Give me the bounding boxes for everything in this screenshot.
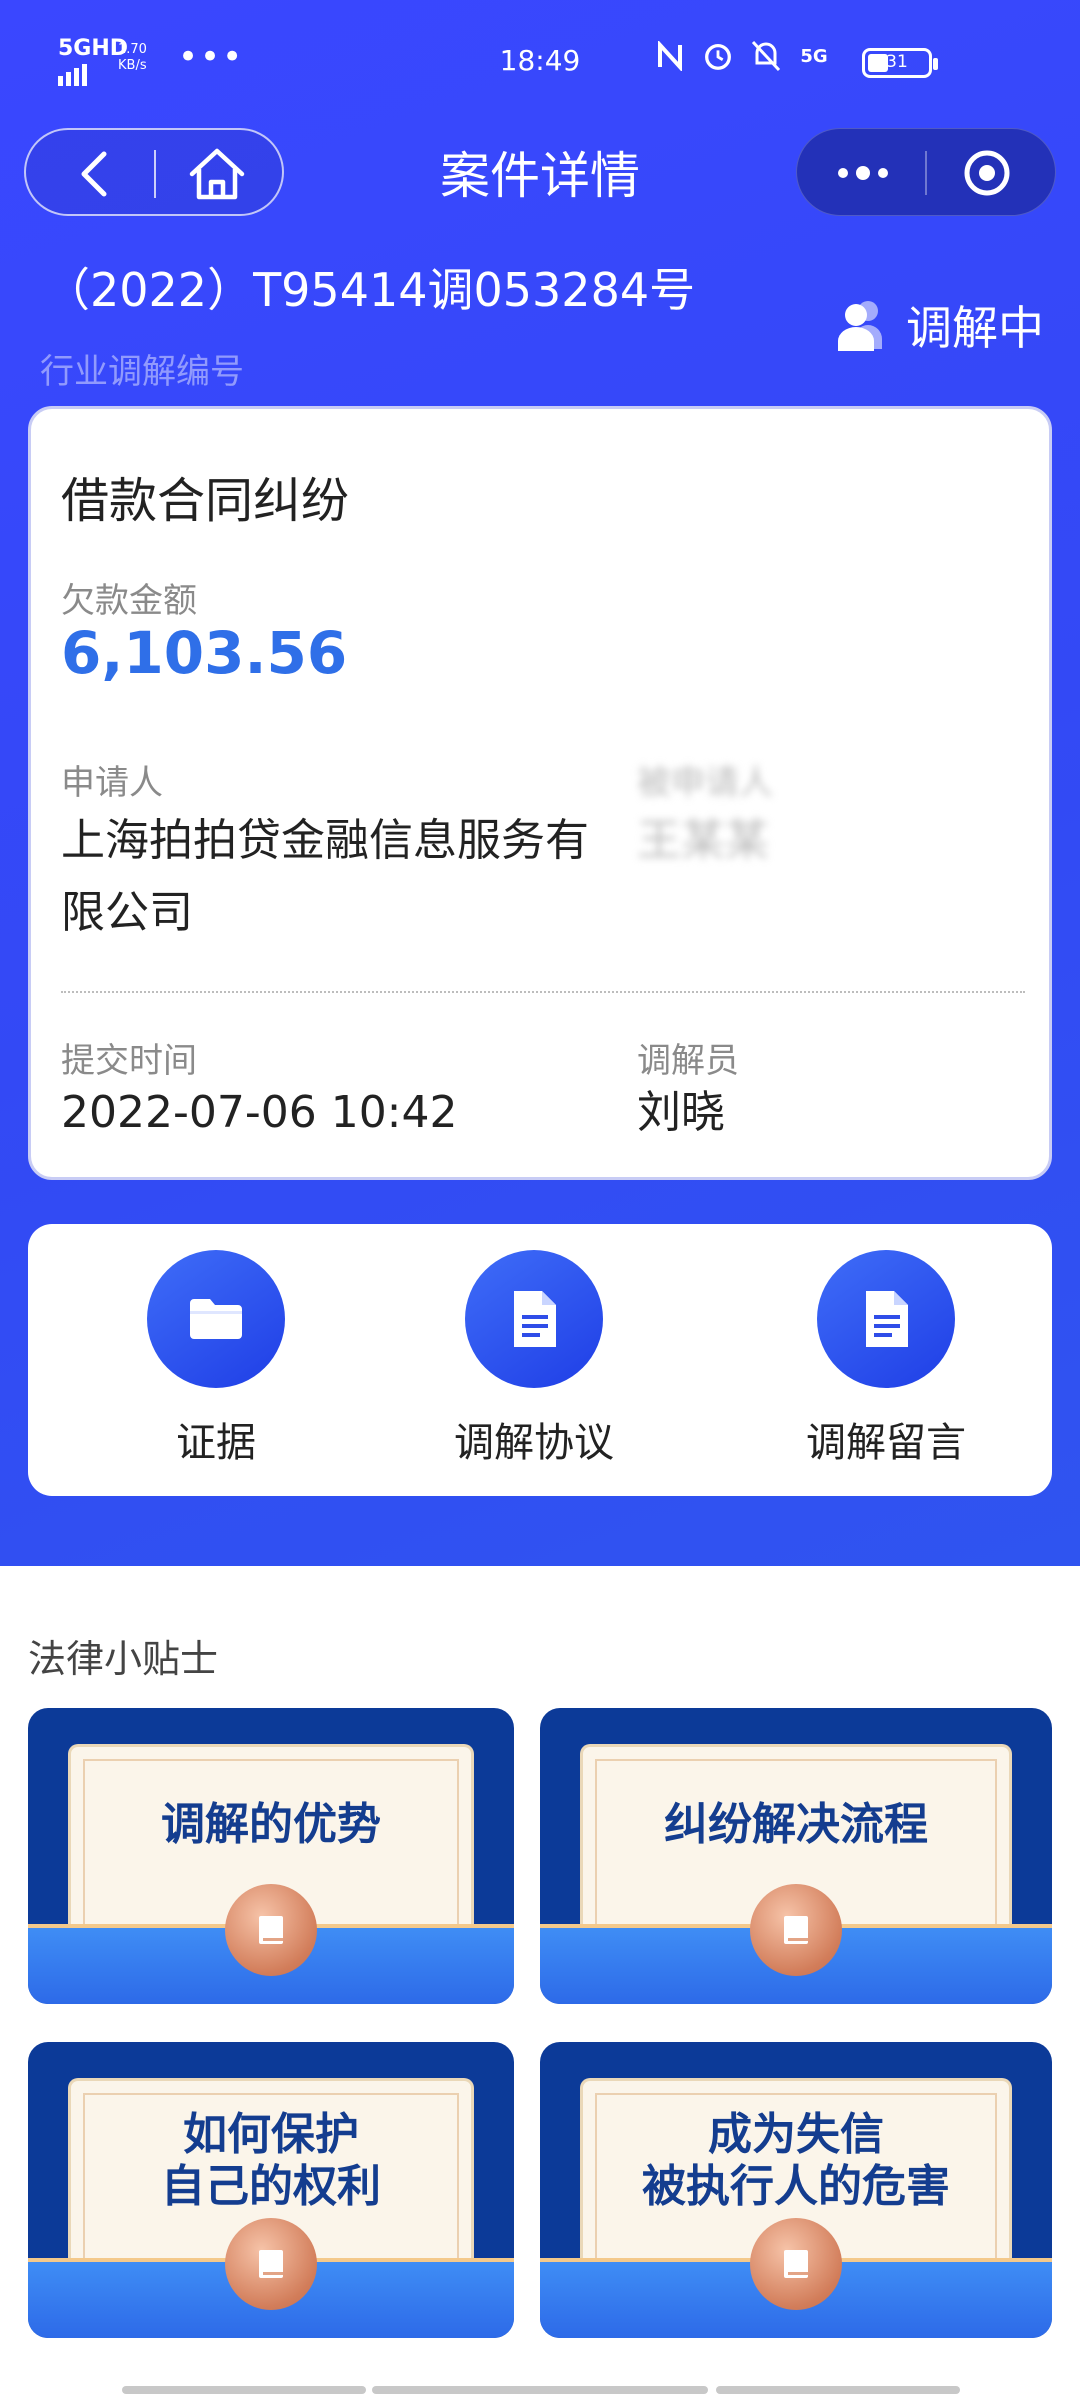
battery-level: 31 bbox=[886, 52, 908, 72]
scroll-indicator bbox=[372, 2386, 708, 2394]
divider bbox=[61, 991, 1025, 993]
tip-title: 纠纷解决流程 bbox=[664, 1799, 928, 1850]
battery-icon: 31 bbox=[862, 48, 938, 78]
respondent-label: 被申请人 bbox=[637, 763, 773, 803]
nfc-icon bbox=[654, 40, 686, 72]
scroll-indicator bbox=[122, 2386, 366, 2394]
users-icon bbox=[838, 301, 882, 351]
tip-title-line2: 自己的权利 bbox=[161, 2161, 381, 2212]
folder-icon bbox=[147, 1250, 285, 1388]
5g-icon: 5G bbox=[800, 45, 828, 67]
tip-title-line2: 被执行人的危害 bbox=[642, 2161, 950, 2212]
document-icon bbox=[465, 1250, 603, 1388]
book-icon bbox=[750, 2218, 842, 2310]
amount-value: 6,103.56 bbox=[61, 619, 348, 687]
close-miniprogram-icon[interactable] bbox=[963, 149, 1011, 197]
tip-title: 调解的优势 bbox=[161, 1799, 381, 1850]
case-info-card: 借款合同纠纷 欠款金额 6,103.56 申请人 上海拍拍贷金融信息服务有限公司… bbox=[28, 406, 1052, 1180]
message-button[interactable]: 调解留言 bbox=[766, 1250, 1006, 1468]
amount-label: 欠款金额 bbox=[61, 581, 197, 621]
applicant-value: 上海拍拍贷金融信息服务有限公司 bbox=[61, 815, 589, 938]
evidence-label: 证据 bbox=[176, 1420, 256, 1466]
case-type: 借款合同纠纷 bbox=[61, 473, 350, 529]
submit-time-label: 提交时间 bbox=[61, 1041, 197, 1081]
tip-title-line1: 如何保护 bbox=[183, 2109, 359, 2160]
agreement-button[interactable]: 调解协议 bbox=[414, 1250, 654, 1468]
mediator-value: 刘晓 bbox=[637, 1087, 725, 1138]
respondent-value: 王某某 bbox=[637, 815, 769, 866]
book-icon bbox=[225, 1884, 317, 1976]
tip-card-rights[interactable]: 如何保护 自己的权利 bbox=[28, 2042, 514, 2338]
case-number: （2022）T95414调053284号 bbox=[44, 263, 696, 317]
tip-card-advantages[interactable]: 调解的优势 bbox=[28, 1708, 514, 2004]
mute-bell-icon bbox=[750, 40, 782, 72]
tip-title-line1: 成为失信 bbox=[708, 2109, 884, 2160]
case-number-label: 行业调解编号 bbox=[40, 352, 244, 392]
mediator-label: 调解员 bbox=[637, 1041, 739, 1081]
book-icon bbox=[750, 1884, 842, 1976]
applicant-label: 申请人 bbox=[61, 763, 163, 803]
tip-card-dishonest[interactable]: 成为失信 被执行人的危害 bbox=[540, 2042, 1052, 2338]
evidence-button[interactable]: 证据 bbox=[96, 1250, 336, 1468]
nav-capsule-right bbox=[796, 128, 1056, 216]
status-bar: 5GHD 1.70 KB/s ••• 18:49 5G 31 bbox=[0, 0, 1080, 120]
agreement-label: 调解协议 bbox=[454, 1420, 614, 1466]
case-status: 调解中 bbox=[834, 292, 1044, 358]
tip-card-process[interactable]: 纠纷解决流程 bbox=[540, 1708, 1052, 2004]
more-icon[interactable] bbox=[833, 151, 893, 195]
submit-time-value: 2022-07-06 10:42 bbox=[61, 1087, 458, 1138]
alarm-icon bbox=[702, 40, 734, 72]
legal-tips-title: 法律小贴士 bbox=[28, 1637, 219, 1681]
book-icon bbox=[225, 2218, 317, 2310]
document-icon bbox=[817, 1250, 955, 1388]
status-icons: 5G bbox=[654, 40, 830, 72]
action-panel: 证据 调解协议 调解留言 bbox=[28, 1224, 1052, 1496]
scroll-indicator bbox=[716, 2386, 960, 2394]
message-label: 调解留言 bbox=[806, 1420, 966, 1466]
case-status-text: 调解中 bbox=[906, 301, 1044, 355]
